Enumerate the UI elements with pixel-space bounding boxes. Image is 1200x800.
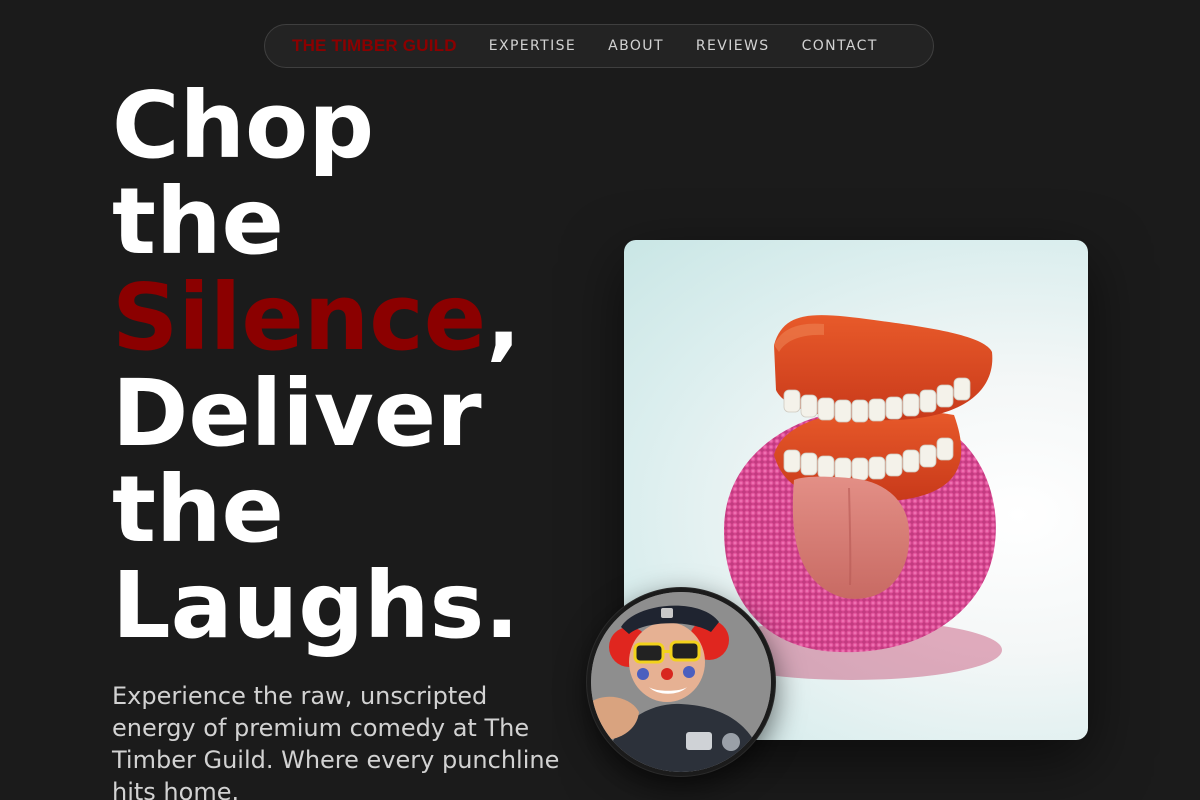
hero-headline: Chop the Silence, Deliver the Laughs. [112, 78, 521, 654]
inset-photo-clown [587, 588, 775, 776]
landing-page: THE TIMBER GUILD EXPERTISE ABOUT REVIEWS… [0, 0, 1200, 800]
headline-comma: , [486, 264, 522, 371]
headline-accent-word: Silence [112, 264, 487, 371]
logo-link[interactable]: THE TIMBER GUILD [292, 36, 457, 56]
headline-line-3: Silence, [112, 270, 521, 366]
hero-subcopy: Experience the raw, unscripted energy of… [112, 682, 560, 800]
top-nav: THE TIMBER GUILD EXPERTISE ABOUT REVIEWS… [264, 24, 934, 68]
nav-link-contact[interactable]: CONTACT [802, 38, 878, 54]
nav-link-reviews[interactable]: REVIEWS [696, 38, 770, 54]
headline-line-6: Laughs. [112, 552, 520, 659]
nav-link-about[interactable]: ABOUT [608, 38, 664, 54]
headline-line-2: the [112, 168, 284, 275]
headline-line-4: Deliver [112, 360, 482, 467]
nav-link-expertise[interactable]: EXPERTISE [489, 38, 576, 54]
headline-line-1: Chop [112, 72, 375, 179]
headline-line-5: the [112, 456, 284, 563]
